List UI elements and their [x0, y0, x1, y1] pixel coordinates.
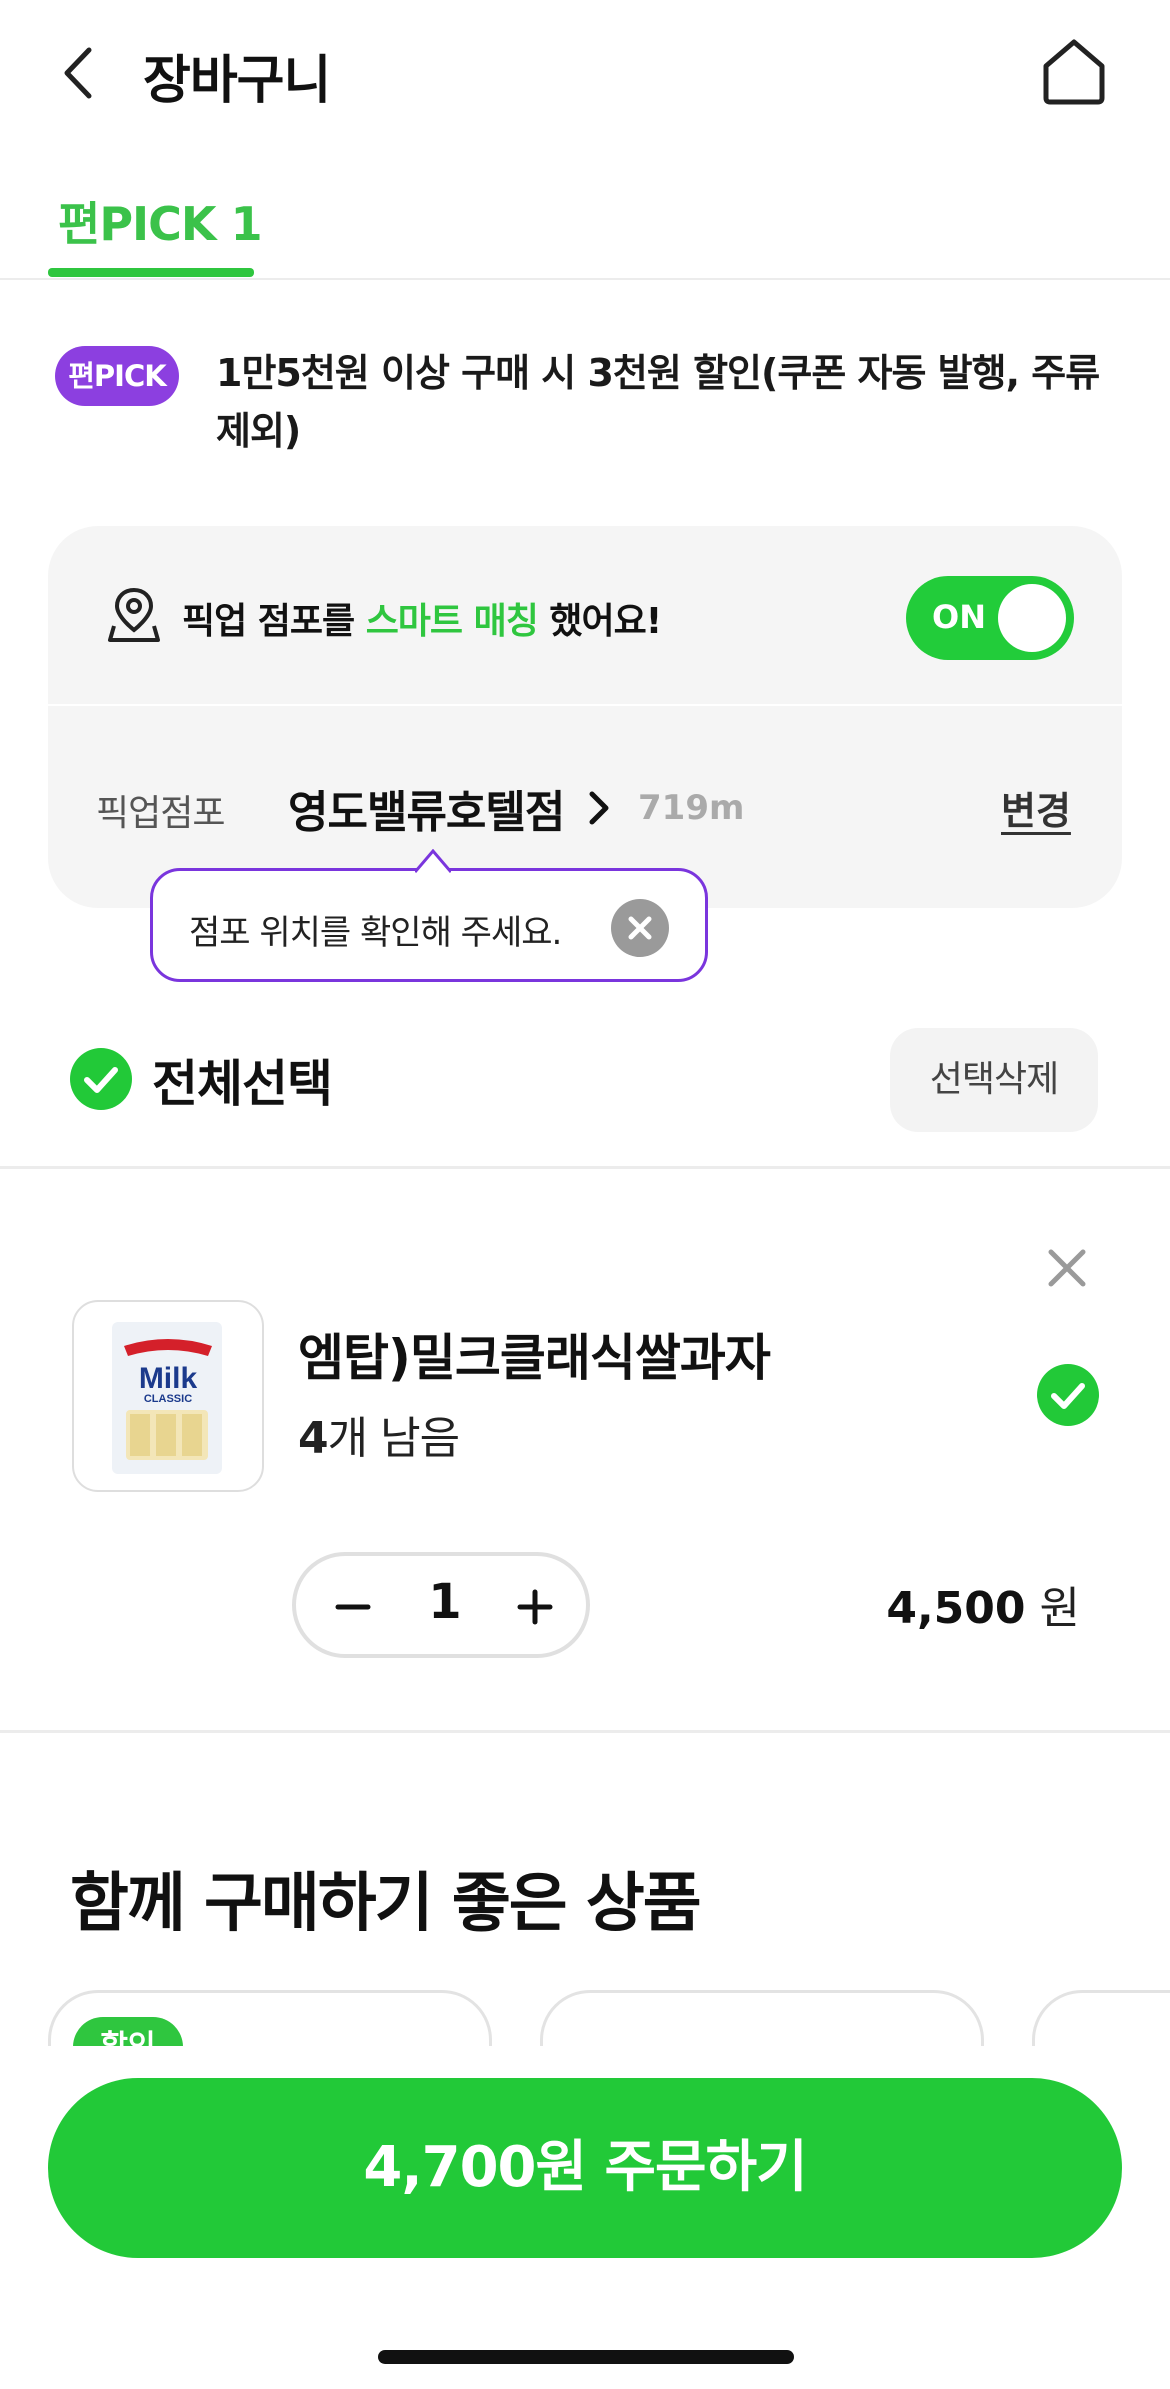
price-unit: 원: [1039, 1583, 1080, 1634]
store-location-tooltip: 점포 위치를 확인해 주세요.: [150, 849, 708, 982]
item-select-checkbox[interactable]: [1037, 1364, 1099, 1426]
delete-selected-button[interactable]: 선택삭제: [890, 1028, 1098, 1132]
smart-highlight: 스마트 매칭: [365, 601, 539, 642]
thumb-brand-text: Milk: [139, 1362, 198, 1395]
remove-item-button[interactable]: [1045, 1246, 1089, 1290]
smart-suffix: 했어요!: [549, 601, 662, 642]
home-icon: [1043, 39, 1105, 105]
stock-suffix: 개 남음: [327, 1413, 460, 1464]
divider: [0, 1730, 1170, 1733]
recommendations-title: 함께 구매하기 좋은 상품: [70, 1867, 702, 1941]
store-name-link[interactable]: 영도밸류호텔점: [288, 776, 565, 840]
check-circle-icon: [70, 1048, 132, 1110]
order-button[interactable]: 4,700원 주문하기: [48, 2078, 1122, 2258]
promo-badge: 편PICK: [55, 346, 179, 406]
recommendation-card[interactable]: 할인: [48, 1990, 492, 2046]
product-package-image: Milk CLASSIC: [112, 1322, 222, 1474]
divider: [0, 1166, 1170, 1169]
tab-active-indicator: [48, 268, 254, 277]
discount-badge: 할인: [73, 2017, 183, 2046]
chevron-left-icon: [64, 47, 92, 99]
tab-bar: 편PICK 1: [0, 168, 1170, 280]
smart-matching-text: 픽업 점포를 스마트 매칭 했어요!: [182, 592, 662, 644]
map-pin-icon: [108, 587, 160, 642]
smart-matching-toggle[interactable]: ON: [906, 576, 1074, 660]
thumb-sub-text: CLASSIC: [144, 1393, 192, 1405]
increase-quantity-button[interactable]: [506, 1578, 564, 1636]
toggle-knob: [998, 584, 1066, 652]
page-title: 장바구니: [143, 51, 331, 111]
decrease-quantity-button[interactable]: [324, 1578, 382, 1636]
home-button[interactable]: [1038, 36, 1110, 108]
tab-pick[interactable]: 편PICK 1: [48, 168, 263, 278]
divider: [48, 704, 1122, 706]
close-icon: [628, 916, 652, 940]
promo-text: 1만5천원 이상 구매 시 3천원 할인(쿠폰 자동 발행, 주류 제외): [216, 351, 1100, 453]
store-distance: 719m: [638, 788, 745, 828]
select-all-checkbox[interactable]: [70, 1048, 132, 1110]
chevron-right-icon: [589, 791, 609, 825]
toggle-label: ON: [932, 598, 986, 636]
tooltip-arrow: [415, 849, 451, 873]
home-indicator: [378, 2350, 794, 2364]
app-header: 장바구니: [0, 0, 1170, 150]
select-all-label[interactable]: 전체선택: [152, 1044, 333, 1116]
tab-pick-label: 편PICK 1: [58, 197, 263, 251]
price-amount: 4,500: [886, 1583, 1026, 1634]
store-label: 픽업점포: [96, 793, 225, 834]
recommendations-carousel: 할인: [0, 1990, 1170, 2046]
check-circle-icon: [1037, 1364, 1099, 1426]
change-store-link[interactable]: 변경: [1001, 780, 1071, 835]
product-name[interactable]: 엠탑)밀크클래식쌀과자: [298, 1318, 771, 1390]
recommendation-card[interactable]: [1032, 1990, 1170, 2046]
item-price: 4,500 원: [860, 1572, 1080, 1636]
stock-count: 4: [298, 1413, 329, 1464]
minus-icon: [335, 1604, 371, 1610]
recommendation-card[interactable]: [540, 1990, 984, 2046]
tooltip-close-button[interactable]: [611, 899, 669, 957]
smart-prefix: 픽업 점포를: [182, 601, 355, 642]
quantity-value: 1: [428, 1574, 462, 1630]
tooltip-text: 점포 위치를 확인해 주세요.: [189, 913, 562, 953]
product-thumbnail[interactable]: Milk CLASSIC: [72, 1300, 264, 1492]
pickup-store-panel: 픽업 점포를 스마트 매칭 했어요! ON 픽업점포 영도밸류호텔점 719m …: [48, 526, 1122, 908]
product-stock: 4개 남음: [298, 1402, 460, 1466]
plus-icon: [517, 1589, 553, 1625]
back-button[interactable]: [55, 40, 105, 106]
quantity-stepper: 1: [292, 1552, 590, 1658]
close-icon: [1048, 1249, 1086, 1287]
